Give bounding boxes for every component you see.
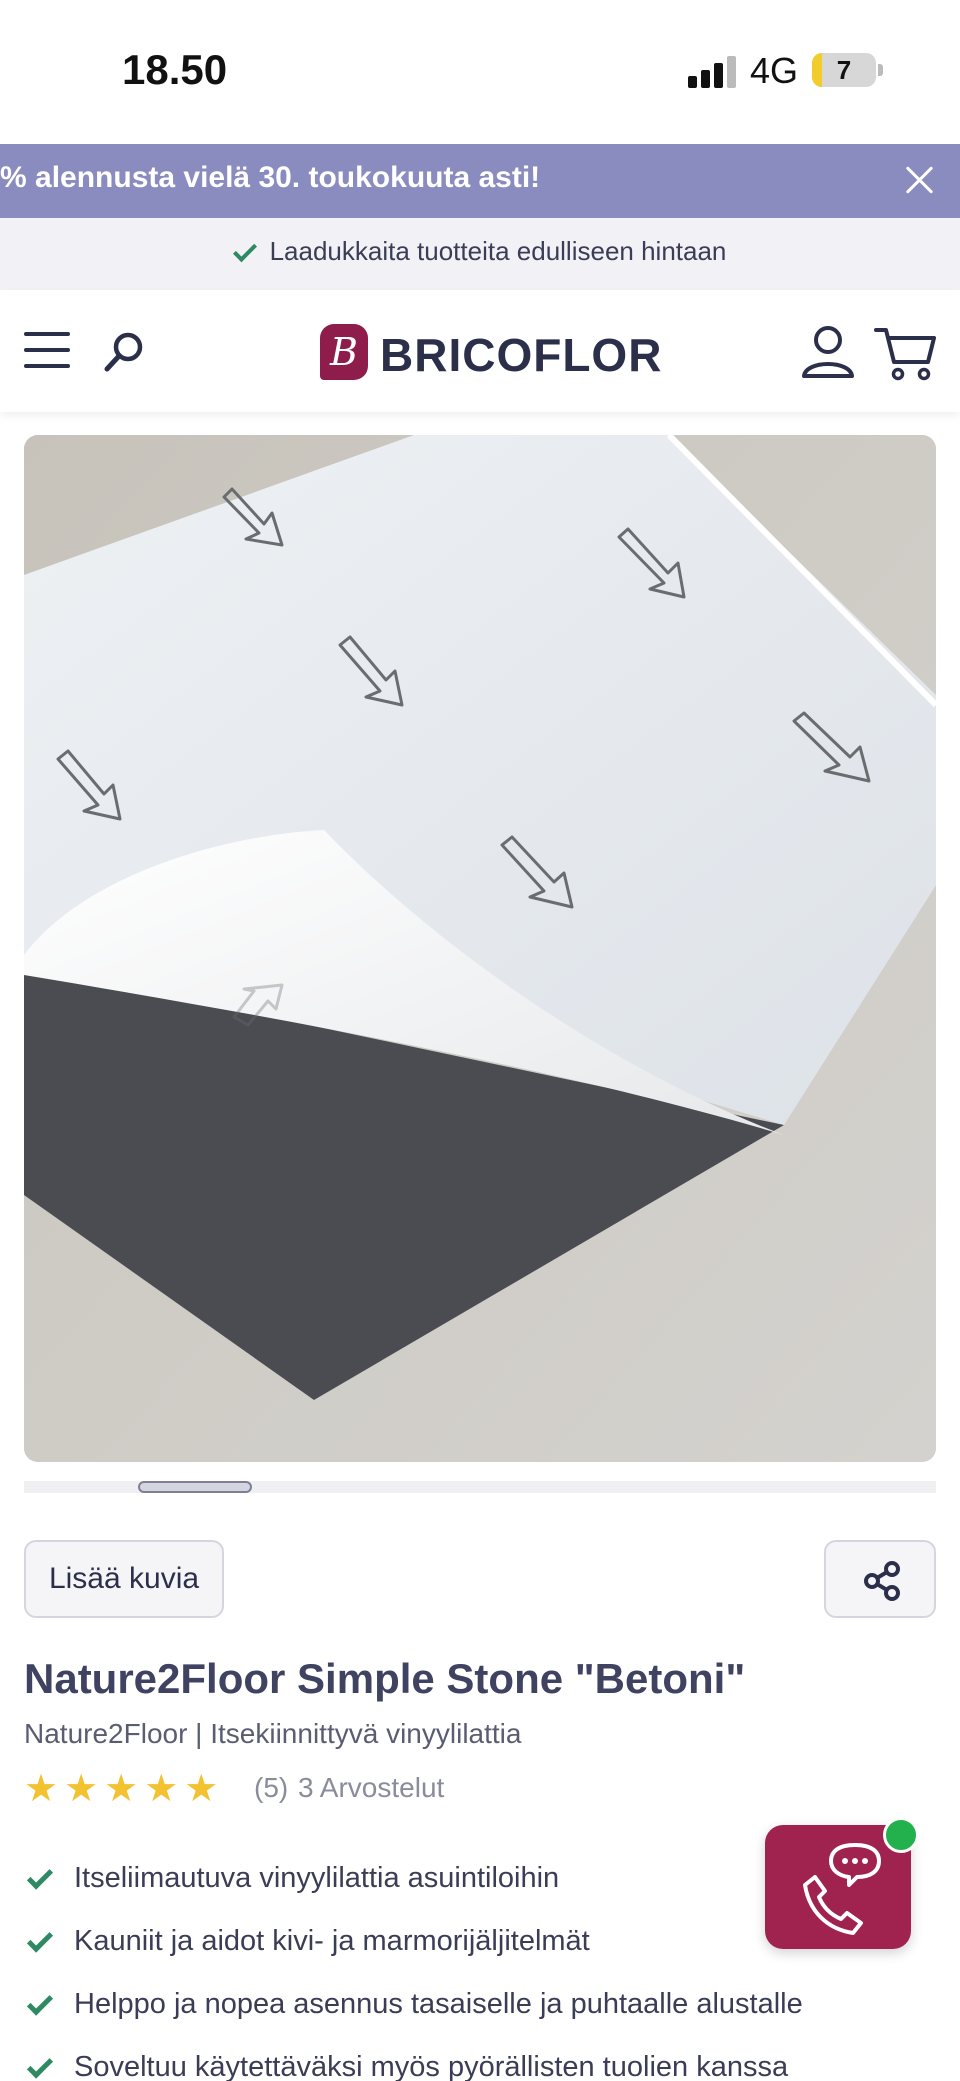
logo-mark: B — [320, 324, 368, 380]
check-icon — [26, 2052, 54, 2079]
battery-tip — [878, 64, 883, 76]
signal-icon — [688, 56, 738, 88]
reviews-link[interactable]: 3 Arvostelut — [298, 1772, 444, 1804]
close-icon[interactable] — [900, 160, 940, 200]
logo-text: BRICOFLOR — [380, 329, 663, 381]
share-icon — [864, 1561, 900, 1601]
site-header: B BRICOFLOR — [0, 290, 960, 412]
search-icon[interactable] — [102, 330, 146, 374]
user-icon[interactable] — [798, 320, 858, 380]
network-label: 4G — [750, 50, 799, 91]
more-images-button[interactable]: Lisää kuvia — [24, 1540, 224, 1618]
product-image[interactable] — [24, 435, 936, 1462]
menu-icon[interactable] — [24, 332, 70, 368]
product-title: Nature2Floor Simple Stone "Betoni" — [24, 1655, 746, 1702]
check-icon — [26, 1926, 54, 1953]
promo-banner: % alennusta vielä 30. toukokuuta asti! — [0, 144, 960, 218]
rating-stars: ★★★★★ — [24, 1766, 225, 1810]
product-subtitle: Nature2Floor | Itsekiinnittyvä vinyylila… — [24, 1718, 522, 1749]
status-time: 18.50 — [122, 46, 228, 93]
promo-text: % alennusta vielä 30. toukokuuta asti! — [0, 161, 541, 194]
quality-text: Laadukkaita tuotteita edulliseen hintaan — [269, 236, 727, 266]
feature-item: Soveltuu käytettäväksi myös pyörällisten… — [24, 2051, 936, 2081]
feature-text: Itseliimautuva vinyylilattia asuintiloih… — [74, 1862, 560, 1894]
share-button[interactable] — [824, 1540, 936, 1618]
carousel-scrollbar[interactable] — [24, 1481, 936, 1493]
battery-level: 7 — [836, 55, 852, 85]
carousel-scroll-thumb[interactable] — [138, 1481, 252, 1493]
quality-strip: Laadukkaita tuotteita edulliseen hintaan — [0, 218, 960, 290]
check-icon — [26, 1863, 54, 1890]
online-status-dot — [883, 1817, 919, 1853]
rating-count: (5) — [254, 1772, 289, 1803]
cart-icon[interactable] — [874, 324, 938, 382]
feature-text: Helppo ja nopea asennus tasaiselle ja pu… — [74, 1988, 803, 2020]
check-icon — [26, 1989, 54, 2016]
feature-text: Kauniit ja aidot kivi- ja marmorijäljite… — [74, 1925, 590, 1957]
battery-icon: 7 — [812, 53, 876, 87]
check-icon — [232, 238, 257, 263]
feature-text: Soveltuu käytettäväksi myös pyörällisten… — [74, 2051, 789, 2081]
status-bar: 18.50 4G 7 — [0, 0, 960, 144]
feature-item: Helppo ja nopea asennus tasaiselle ja pu… — [24, 1988, 936, 2038]
